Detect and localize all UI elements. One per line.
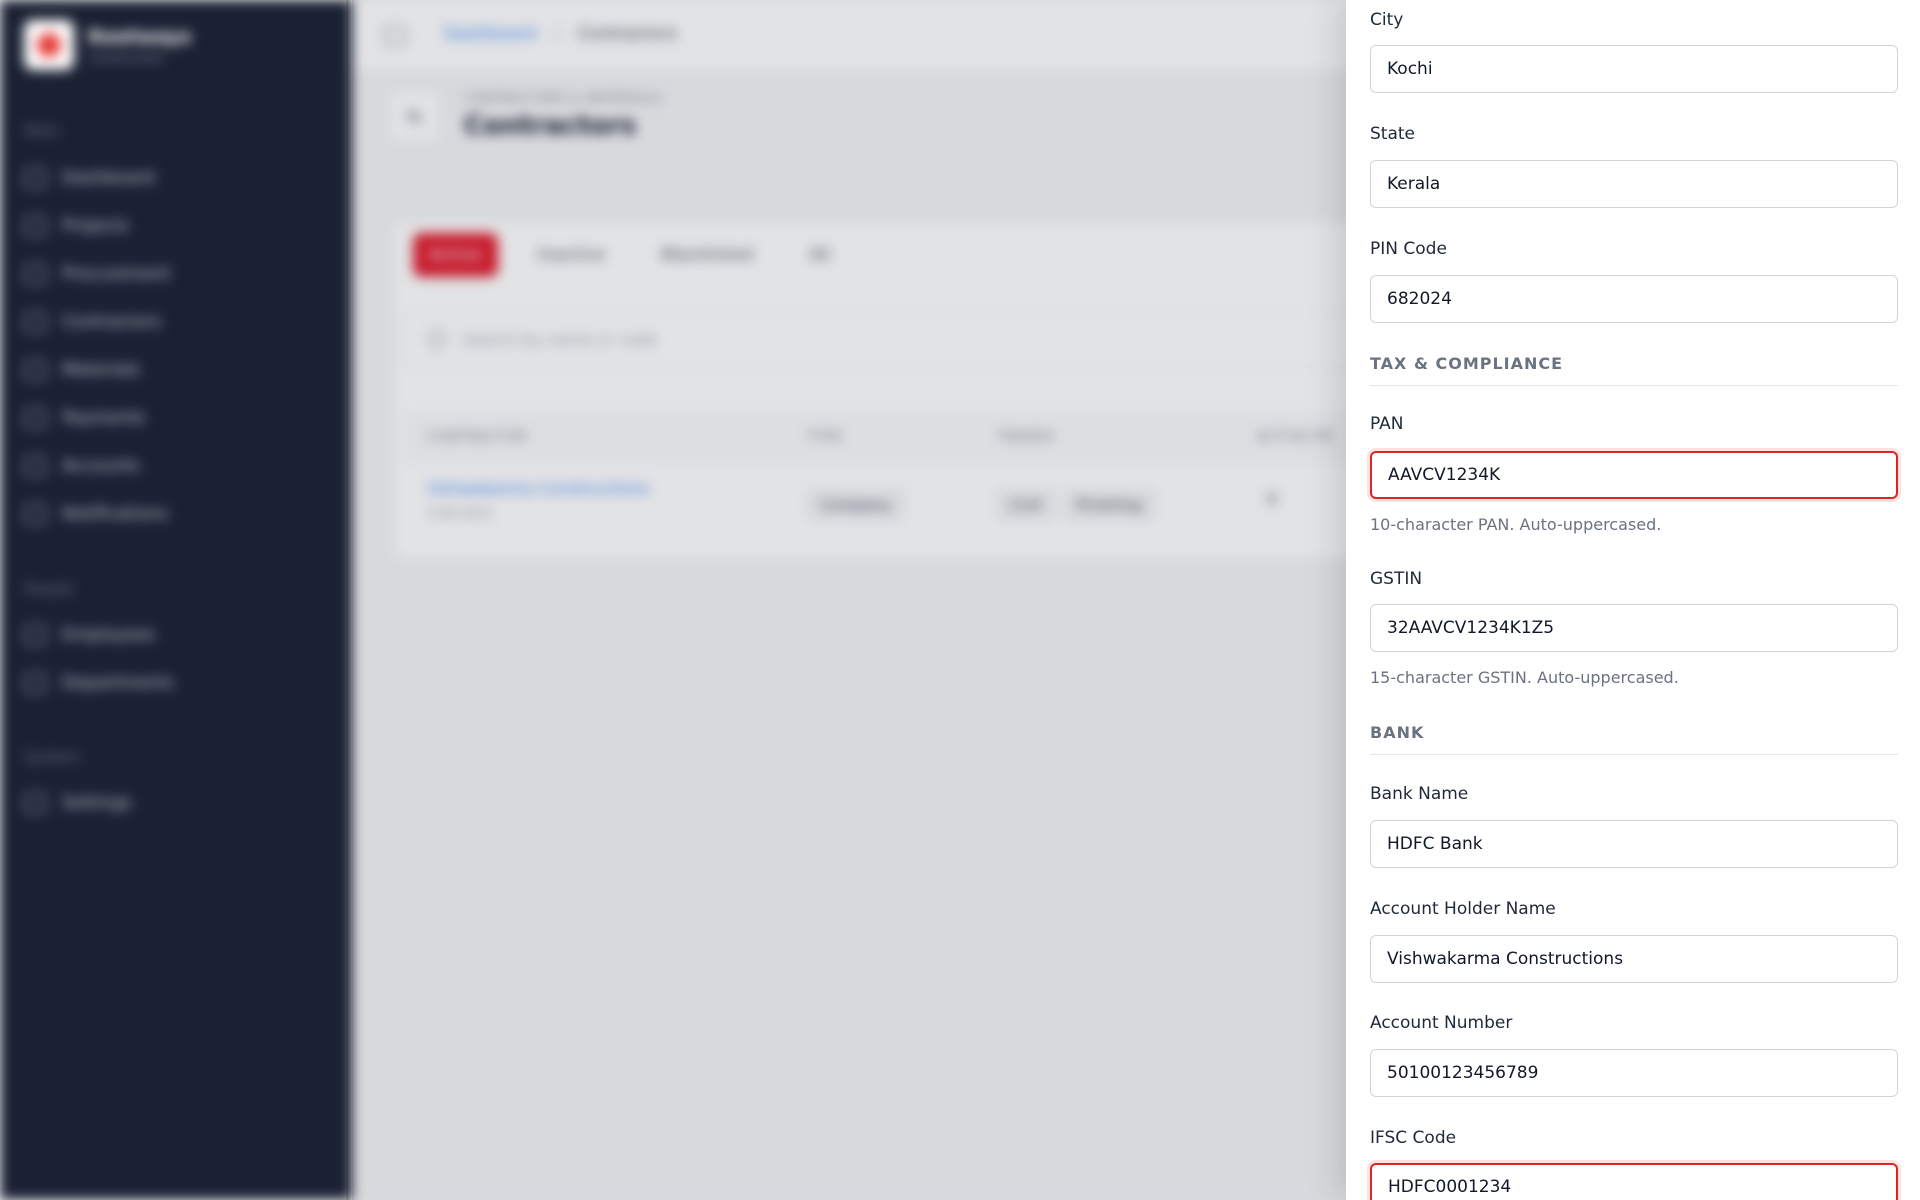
sidebar-item-dashboard[interactable]: Dashboard bbox=[24, 168, 154, 188]
nav-section-system: System bbox=[24, 748, 80, 766]
dashboard-icon bbox=[24, 168, 46, 188]
gstin-input[interactable]: 32AAVCV1234K1Z5 bbox=[1370, 604, 1898, 652]
payments-icon bbox=[24, 408, 46, 428]
bank-section: BANK bbox=[1370, 723, 1898, 755]
state-label: State bbox=[1370, 124, 1415, 144]
pin-code-input[interactable]: 682024 bbox=[1370, 275, 1898, 323]
account-holder-label: Account Holder Name bbox=[1370, 899, 1556, 919]
sidebar-item-accounts[interactable]: Accounts bbox=[24, 456, 140, 476]
modal-backdrop[interactable] bbox=[352, 0, 1346, 1200]
gstin-help-text: 15-character GSTIN. Auto-uppercased. bbox=[1370, 668, 1679, 687]
account-holder-input[interactable]: Vishwakarma Constructions bbox=[1370, 935, 1898, 983]
contractor-form-drawer: City Kochi State Kerala PIN Code 682024 … bbox=[1346, 0, 1920, 1200]
nav-section-people: People bbox=[24, 580, 74, 598]
sidebar-item-notifications[interactable]: Notifications bbox=[24, 504, 168, 524]
materials-icon bbox=[24, 360, 46, 380]
sidebar: Rootways Construction Main Dashboard Pro… bbox=[0, 0, 352, 1200]
city-label: City bbox=[1370, 10, 1404, 30]
brand-name: Rootways bbox=[88, 25, 192, 48]
sidebar-item-payments[interactable]: Payments bbox=[24, 408, 145, 428]
pan-help-text: 10-character PAN. Auto-uppercased. bbox=[1370, 515, 1662, 534]
gear-icon bbox=[24, 793, 46, 813]
pan-input[interactable]: AAVCV1234K bbox=[1370, 451, 1898, 499]
sidebar-item-procurement[interactable]: Procurement bbox=[24, 264, 171, 284]
departments-icon bbox=[24, 673, 46, 693]
accounts-icon bbox=[24, 456, 46, 476]
account-number-label: Account Number bbox=[1370, 1013, 1513, 1033]
bell-icon bbox=[24, 504, 46, 524]
sidebar-item-materials[interactable]: Materials bbox=[24, 360, 140, 380]
brand-subtitle: Construction bbox=[88, 50, 165, 65]
employees-icon bbox=[24, 625, 46, 645]
contractors-icon bbox=[24, 312, 46, 332]
brand: Rootways Construction bbox=[24, 20, 191, 70]
nav-section-main: Main bbox=[24, 122, 60, 140]
sidebar-shadow bbox=[346, 0, 354, 1200]
sidebar-item-settings[interactable]: Settings bbox=[24, 793, 132, 813]
pan-label: PAN bbox=[1370, 414, 1404, 434]
tax-compliance-section: TAX & COMPLIANCE bbox=[1370, 354, 1898, 386]
bank-name-label: Bank Name bbox=[1370, 784, 1469, 804]
procurement-icon bbox=[24, 264, 46, 284]
sidebar-item-departments[interactable]: Departments bbox=[24, 673, 174, 693]
sidebar-item-employees[interactable]: Employees bbox=[24, 625, 155, 645]
state-input[interactable]: Kerala bbox=[1370, 160, 1898, 208]
bank-name-input[interactable]: HDFC Bank bbox=[1370, 820, 1898, 868]
sidebar-item-contractors[interactable]: Contractors bbox=[24, 312, 161, 332]
city-input[interactable]: Kochi bbox=[1370, 45, 1898, 93]
gstin-label: GSTIN bbox=[1370, 569, 1423, 589]
sidebar-item-projects[interactable]: Projects bbox=[24, 216, 129, 236]
ifsc-input[interactable]: HDFC0001234 bbox=[1370, 1163, 1898, 1200]
pin-code-label: PIN Code bbox=[1370, 239, 1447, 259]
projects-icon bbox=[24, 216, 46, 236]
ifsc-label: IFSC Code bbox=[1370, 1128, 1457, 1148]
brand-logo bbox=[24, 20, 74, 70]
account-number-input[interactable]: 50100123456789 bbox=[1370, 1049, 1898, 1097]
